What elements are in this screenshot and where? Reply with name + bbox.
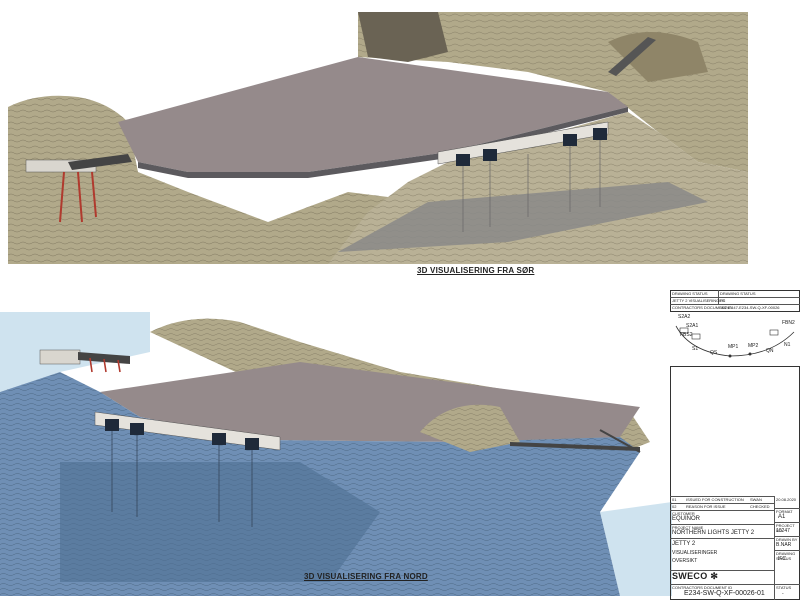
revision-number: 01 — [672, 497, 677, 502]
sweco-logo-icon: ✻ — [710, 571, 719, 581]
revision-by: CHECKED — [750, 504, 770, 509]
drawing-title-line-2: VISUALISERINGER — [672, 550, 718, 556]
key-plan-diagram — [675, 325, 795, 358]
customer-value: EQUINOR — [672, 516, 701, 522]
drawn-by-value: B.NAR — [776, 542, 792, 548]
sweco-logo-text: SWECO — [672, 571, 708, 581]
revision-by: SWAN — [750, 497, 762, 502]
keyplan-header-label-right: DRAWING STATUS — [720, 291, 756, 296]
keyplan-header-value-right: FC — [720, 298, 726, 303]
revision-number: 02 — [672, 504, 677, 509]
project-value: NORTHERN LIGHTS JETTY 2 — [672, 530, 755, 536]
project-no-value: 10247 — [776, 528, 790, 534]
view-north-3d — [0, 312, 672, 596]
revision-text: ISSUED FOR CONSTRUCTION — [686, 497, 744, 502]
keyplan-label-s2a2: S2A2 — [678, 314, 691, 320]
sweco-logo: SWECO ✻ — [672, 571, 718, 582]
keyplan-label-qs: QS — [710, 350, 718, 356]
south-3d-render — [8, 12, 748, 264]
view-caption-north: 3D VISUALISERING FRA NORD — [304, 572, 428, 581]
format-value: A1 — [778, 514, 786, 520]
status-value: - — [782, 591, 784, 597]
keyplan-header-label-left: DRAWING STATUS — [672, 291, 708, 296]
keyplan-label-fbs2: FBS2 — [680, 332, 693, 338]
keyplan-label-fbn2: FBN2 — [782, 320, 795, 326]
keyplan-label-mp1: MP1 — [728, 344, 739, 350]
drawing-status-value: IFC — [778, 556, 787, 562]
keyplan-label-qn: QN — [766, 348, 774, 354]
keyplan-header-value-left: JETTY 2 VISUALISERINGER — [672, 298, 725, 303]
drawing-title-line-1: JETTY 2 — [672, 541, 696, 547]
keyplan-label-s1: S1 — [692, 346, 699, 352]
keyplan-label-mp2: MP2 — [748, 343, 759, 349]
drawing-title-line-3: OVERSIKT — [672, 558, 698, 564]
document-id: E234-SW-Q-XF-00026-01 — [684, 590, 765, 597]
date-text: 20.08.2020 — [776, 497, 797, 502]
key-plan: DRAWING STATUS JETTY 2 VISUALISERINGER D… — [670, 290, 800, 366]
keyplan-contractor-id: 10247447-E234-SW-Q-XF-00026 — [720, 305, 780, 310]
revision-text: REASON FOR ISSUE — [686, 504, 726, 509]
view-caption-south: 3D VISUALISERING FRA SØR — [417, 266, 535, 275]
keyplan-label-s2a1: S2A1 — [686, 323, 699, 329]
view-south-3d — [8, 12, 748, 264]
title-block: 01 ISSUED FOR CONSTRUCTION SWAN 02 REASO… — [670, 366, 800, 600]
north-3d-render — [0, 312, 672, 596]
keyplan-label-n1: N1 — [784, 342, 791, 348]
status-label: STATUS — [776, 585, 792, 590]
